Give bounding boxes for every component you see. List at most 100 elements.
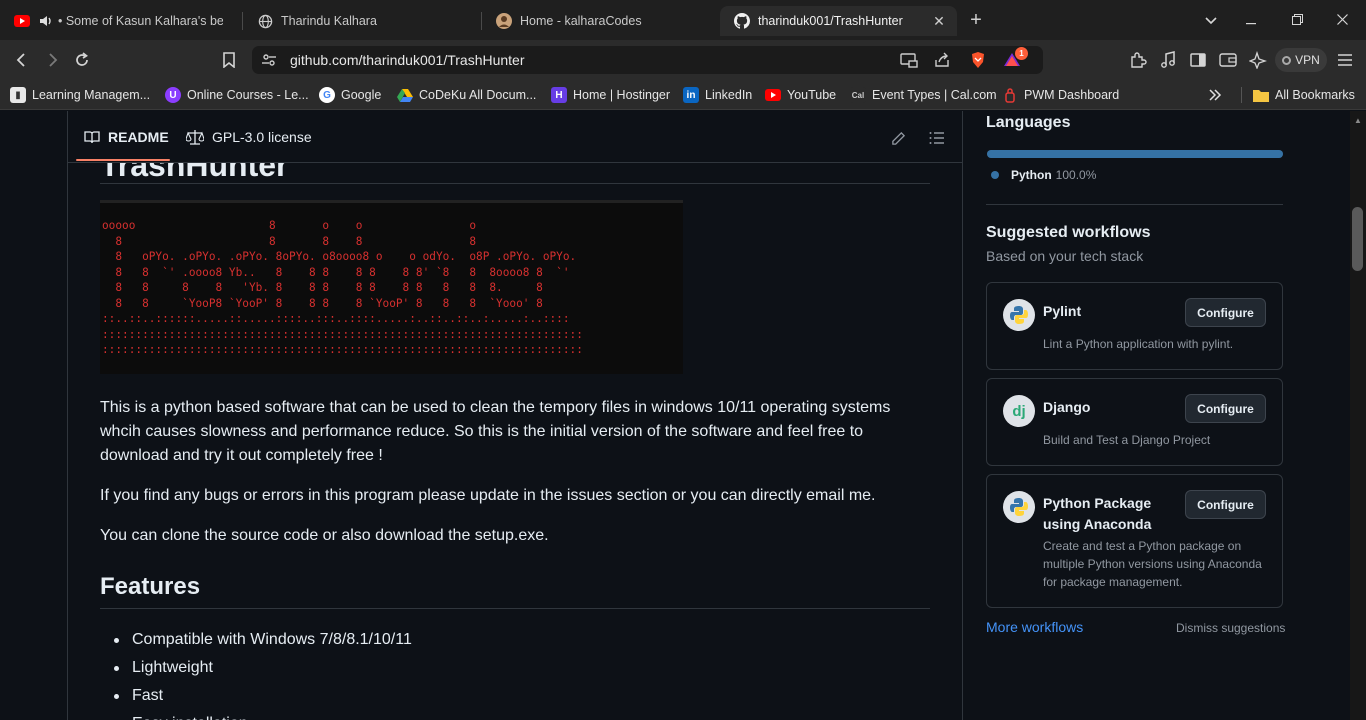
configure-button[interactable]: Configure: [1185, 298, 1266, 327]
drive-icon: [397, 87, 413, 103]
description-paragraph: This is a python based software that can…: [100, 399, 891, 464]
tab-title: • Some of Kasun Kalhara's best s: [58, 14, 223, 28]
bookmark-codeku[interactable]: CoDeKu All Docum...: [397, 86, 536, 104]
bookmark-label: Online Courses - Le...: [187, 88, 309, 102]
bookmark-calcom[interactable]: Cal Event Types | Cal.com: [850, 86, 997, 104]
title-divider: [100, 183, 930, 184]
menu-icon[interactable]: [1335, 50, 1355, 70]
sidebar-divider: [986, 204, 1283, 205]
language-color-dot: [991, 171, 999, 179]
tab-kalharacodes[interactable]: Home - kalharaCodes: [482, 6, 718, 36]
scale-icon: [186, 129, 204, 145]
outline-list-icon[interactable]: [928, 129, 946, 147]
configure-button[interactable]: Configure: [1185, 490, 1266, 519]
google-icon: G: [319, 87, 335, 103]
workflow-card-anaconda: Python Package using Anaconda Create and…: [986, 474, 1283, 608]
brave-shields-icon[interactable]: [969, 51, 987, 69]
sidebar-toggle-icon[interactable]: [1188, 50, 1208, 70]
reload-icon[interactable]: [72, 50, 92, 70]
configure-button[interactable]: Configure: [1185, 394, 1266, 423]
rewards-badge: 1: [1015, 47, 1028, 60]
bookmark-pwm[interactable]: PWM Dashboard: [1002, 86, 1119, 104]
dismiss-suggestions-link[interactable]: Dismiss suggestions: [1176, 621, 1285, 635]
workflow-name: Python Package using Anaconda: [1043, 495, 1152, 532]
tab-tharindu[interactable]: Tharindu Kalhara: [243, 6, 478, 36]
bookmark-label: CoDeKu All Docum...: [419, 88, 537, 102]
tab-youtube[interactable]: • Some of Kasun Kalhara's best s: [0, 6, 240, 36]
linkedin-icon: in: [683, 87, 699, 103]
forward-arrow-icon[interactable]: [42, 50, 62, 70]
cast-icon[interactable]: [900, 51, 918, 69]
bookmark-label: All Bookmarks: [1275, 88, 1355, 102]
learning-icon: ▮: [10, 87, 26, 103]
bookmark-learning[interactable]: ▮ Learning Managem...: [10, 86, 150, 104]
udemy-icon: U: [165, 87, 181, 103]
clone-paragraph: You can clone the source code or also do…: [100, 527, 549, 544]
globe-icon: [257, 13, 273, 29]
bookmark-icon[interactable]: [219, 50, 239, 70]
tab-readme[interactable]: README: [84, 129, 169, 145]
tab-search-chevron-icon[interactable]: [1201, 10, 1221, 30]
python-icon: [1003, 299, 1035, 331]
scroll-up-icon[interactable]: ▲: [1354, 117, 1362, 125]
wallet-icon[interactable]: [1218, 50, 1238, 70]
speaker-icon[interactable]: [38, 13, 54, 29]
close-tab-icon[interactable]: ✕: [931, 13, 947, 29]
new-tab-button[interactable]: +: [966, 10, 986, 30]
extensions-icon[interactable]: [1128, 50, 1148, 70]
book-icon: [84, 129, 100, 145]
address-bar[interactable]: github.com/tharinduk001/TrashHunter 1: [252, 46, 1043, 74]
edit-pencil-icon[interactable]: [889, 129, 907, 147]
python-icon: [1003, 491, 1035, 523]
github-icon: [734, 13, 750, 29]
url-text: github.com/tharinduk001/TrashHunter: [290, 52, 525, 68]
list-item: Compatible with Windows 7/8/8.1/10/11: [100, 626, 412, 654]
close-window-icon[interactable]: [1332, 10, 1352, 30]
vpn-label: VPN: [1295, 53, 1320, 67]
site-settings-icon[interactable]: [260, 51, 278, 69]
workflow-card-django: dj Django Build and Test a Django Projec…: [986, 378, 1283, 466]
list-item: Fast: [100, 682, 412, 710]
bookmark-online-courses[interactable]: U Online Courses - Le...: [165, 86, 309, 104]
repo-sidebar: Languages Python 100.0% Suggested workfl…: [963, 111, 1350, 720]
scrollbar-thumb[interactable]: [1352, 207, 1363, 271]
hostinger-icon: H: [551, 87, 567, 103]
avatar-icon: [496, 13, 512, 29]
more-bookmarks-icon[interactable]: [1208, 86, 1222, 104]
language-bar: [987, 150, 1283, 158]
readme-header: README GPL-3.0 license: [68, 111, 962, 163]
music-icon[interactable]: [1158, 50, 1178, 70]
bookmark-youtube[interactable]: YouTube: [765, 86, 836, 104]
leo-ai-icon[interactable]: [1248, 50, 1268, 70]
page-scrollbar[interactable]: ▲: [1350, 111, 1366, 720]
tab-trashhunter[interactable]: tharinduk001/TrashHunter ✕: [720, 6, 957, 36]
browser-tab-strip: • Some of Kasun Kalhara's best s Tharind…: [0, 0, 1366, 40]
restore-icon[interactable]: [1287, 10, 1307, 30]
youtube-icon: [765, 87, 781, 103]
all-bookmarks-button[interactable]: All Bookmarks: [1253, 86, 1355, 104]
youtube-icon: [14, 13, 30, 29]
bookmark-linkedin[interactable]: in LinkedIn: [683, 86, 752, 104]
vpn-button[interactable]: VPN: [1275, 48, 1327, 72]
tab-title: tharinduk001/TrashHunter: [758, 14, 903, 28]
bookmark-google[interactable]: G Google: [319, 86, 381, 104]
django-icon: dj: [1003, 395, 1035, 427]
ascii-art-text: ooooo 8 o o o 8 8 8 8 8 8 oPYo. .oPYo. .…: [102, 219, 583, 356]
tab-title: Tharindu Kalhara: [281, 14, 377, 28]
bookmark-hostinger[interactable]: H Home | Hostinger: [551, 86, 670, 104]
vpn-status-icon: [1282, 55, 1292, 65]
list-item: Lightweight: [100, 654, 412, 682]
pwm-icon: [1002, 87, 1018, 103]
workflow-desc: Lint a Python application with pylint.: [1043, 337, 1234, 351]
language-name: Python: [1011, 168, 1052, 182]
bookmark-label: Learning Managem...: [32, 88, 151, 102]
tab-license[interactable]: GPL-3.0 license: [186, 129, 312, 145]
back-arrow-icon[interactable]: [12, 50, 32, 70]
bookmarks-bar: ▮ Learning Managem... U Online Courses -…: [0, 80, 1366, 110]
share-icon[interactable]: [933, 51, 951, 69]
more-workflows-link[interactable]: More workflows: [986, 619, 1083, 635]
bookmark-label: YouTube: [787, 88, 837, 102]
minimize-icon[interactable]: [1241, 10, 1261, 30]
language-item[interactable]: Python 100.0%: [991, 168, 1096, 182]
workflow-desc: Build and Test a Django Project: [1043, 433, 1211, 447]
